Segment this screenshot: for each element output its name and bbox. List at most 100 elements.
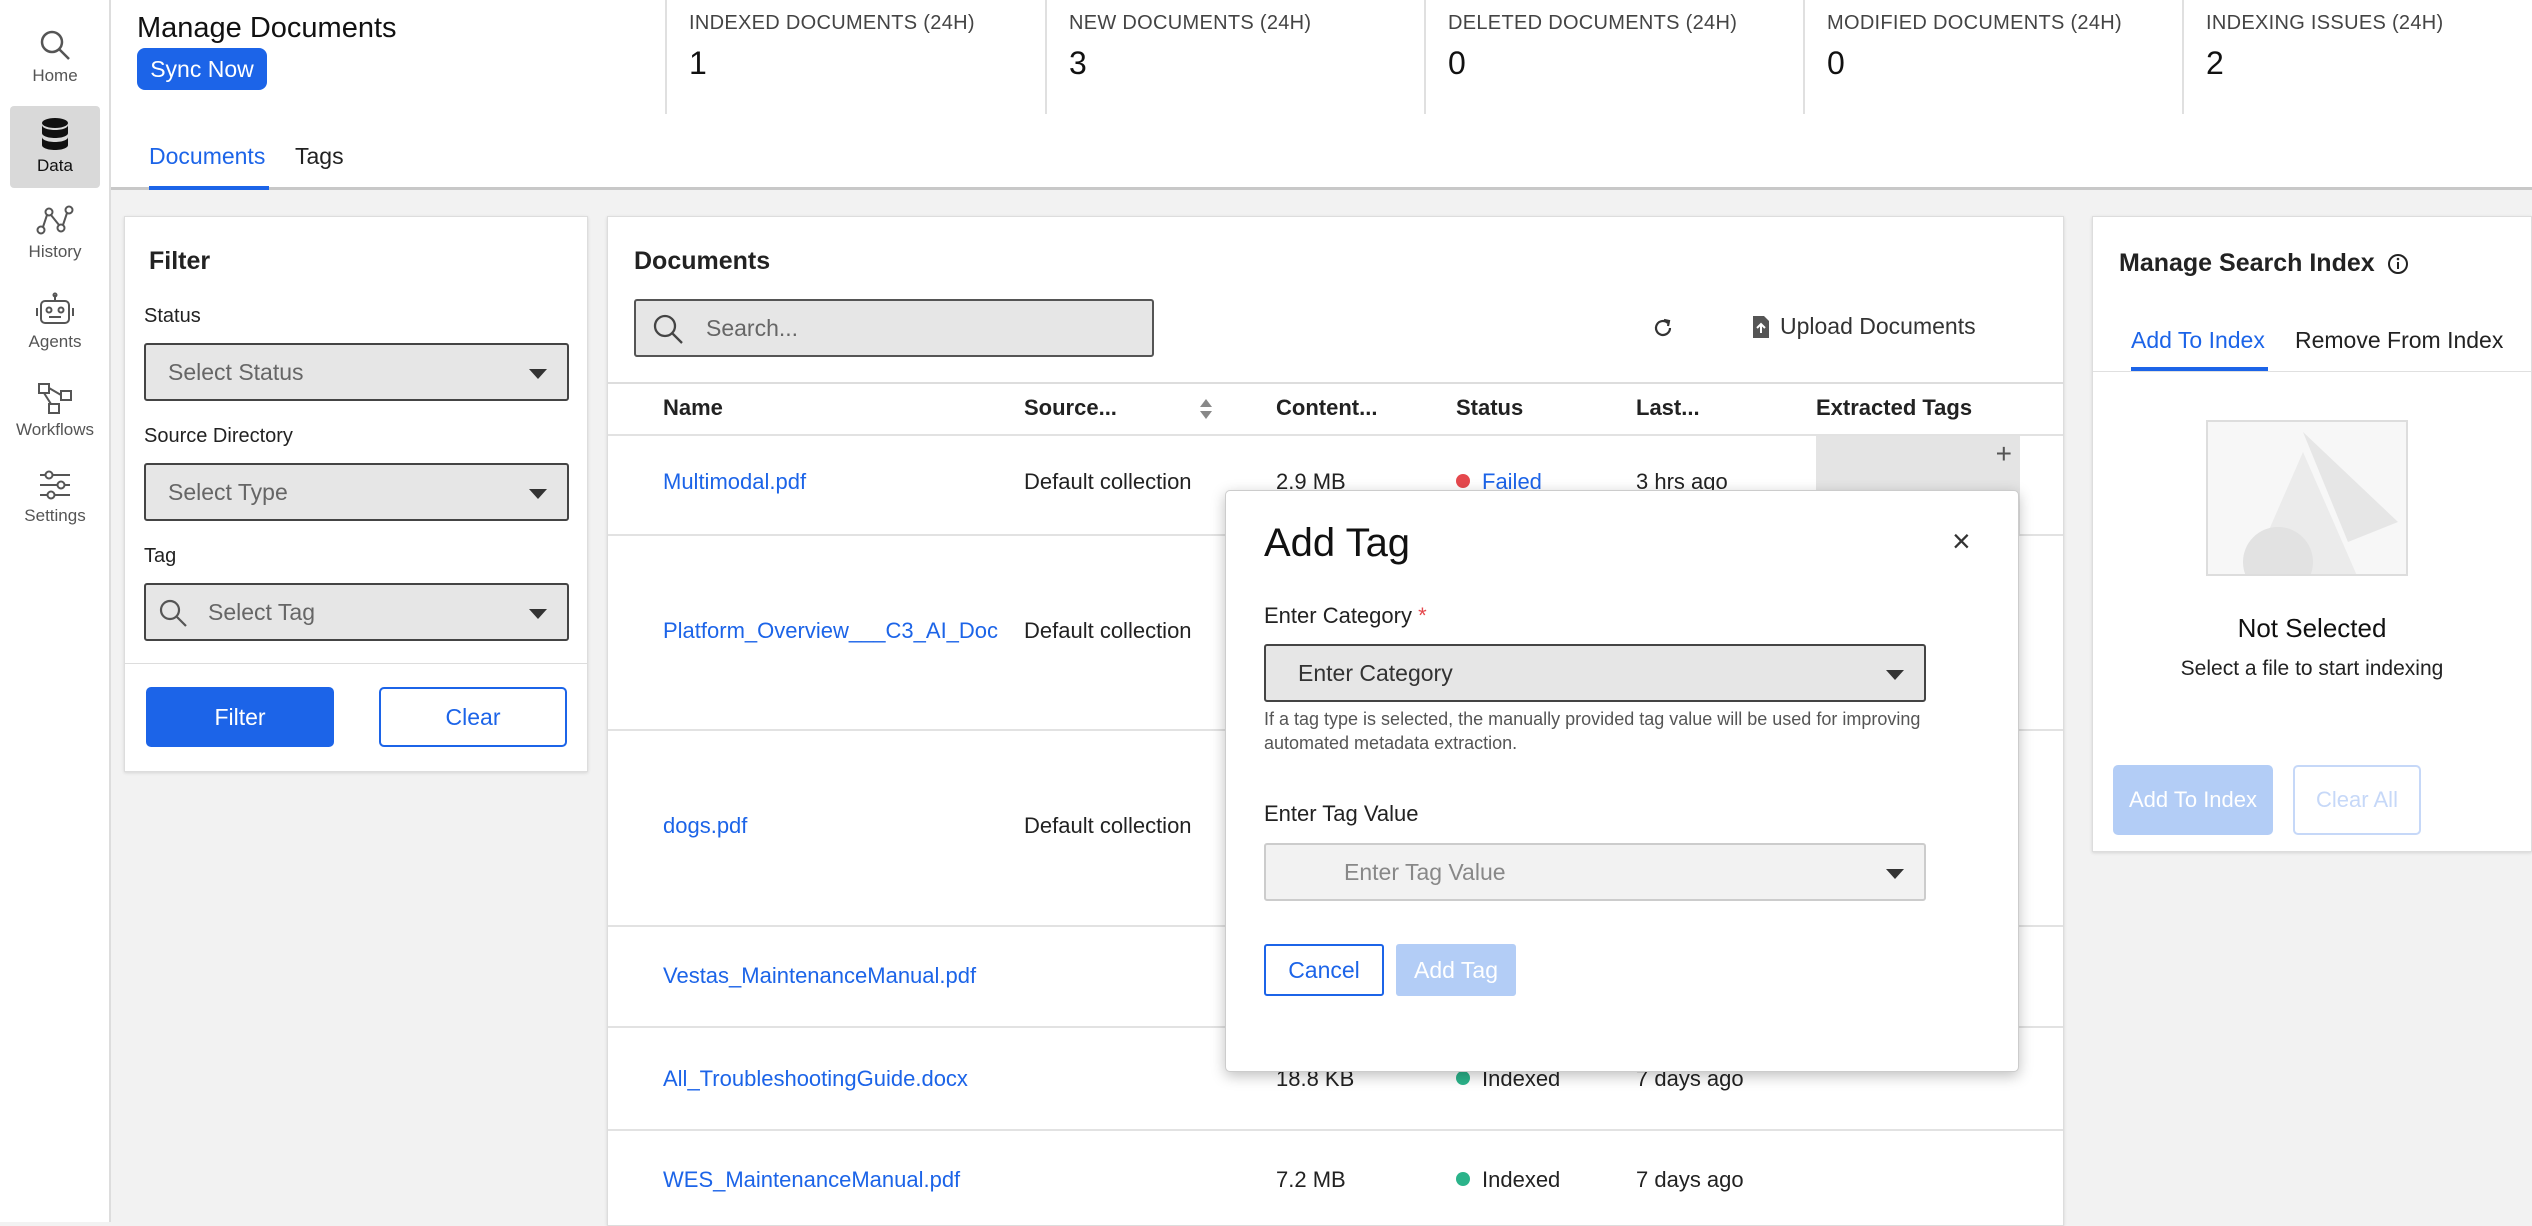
filter-button[interactable]: Filter xyxy=(146,687,334,747)
status-select[interactable]: Select Status xyxy=(144,343,569,401)
nav-label-agents: Agents xyxy=(28,332,82,351)
search-input[interactable]: Search... xyxy=(634,299,1154,357)
sliders-icon xyxy=(40,470,70,500)
nav-label-workflows: Workflows xyxy=(15,420,95,439)
stat-label: INDEXING ISSUES (24H) xyxy=(2206,12,2444,34)
category-label-text: Enter Category xyxy=(1264,603,1412,628)
source-directory-select[interactable]: Select Type xyxy=(144,463,569,521)
info-icon[interactable] xyxy=(2387,253,2409,275)
search-icon xyxy=(159,599,187,627)
close-icon[interactable]: × xyxy=(1952,523,1971,560)
page-header: Manage Documents Sync Now INDEXED DOCUME… xyxy=(111,0,2532,190)
tag-label: Tag xyxy=(144,545,177,567)
source-directory-label: Source Directory xyxy=(144,425,293,447)
document-name-link[interactable]: dogs.pdf xyxy=(663,813,747,839)
active-tab-indicator xyxy=(149,186,269,190)
column-header-status[interactable]: Status xyxy=(1456,395,1523,421)
document-source: Default collection xyxy=(1024,618,1192,643)
document-name-link[interactable]: WES_MaintenanceManual.pdf xyxy=(663,1167,960,1193)
status-label: Status xyxy=(144,305,201,327)
nav-label-home: Home xyxy=(32,66,78,85)
table-row[interactable]: WES_MaintenanceManual.pdf 7.2 MB Indexed… xyxy=(608,1129,2063,1225)
category-label: Enter Category * xyxy=(1264,603,1427,629)
tag-value-select[interactable]: Enter Tag Value xyxy=(1264,843,1926,901)
nav-item-agents[interactable]: Agents xyxy=(10,282,100,364)
not-selected-title: Not Selected xyxy=(2237,613,2387,643)
add-tag-modal: Add Tag × Enter Category * Enter Categor… xyxy=(1225,490,2019,1072)
stat-label: DELETED DOCUMENTS (24H) xyxy=(1448,12,1738,34)
document-source: Default collection xyxy=(1024,469,1192,494)
document-source: Default collection xyxy=(1024,813,1192,838)
manage-search-index-title: Manage Search Index xyxy=(2119,249,2375,277)
chevron-down-icon xyxy=(1886,670,1904,680)
document-name-link[interactable]: All_TroubleshootingGuide.docx xyxy=(663,1066,968,1092)
column-header-name[interactable]: Name xyxy=(663,395,723,421)
modal-title: Add Tag xyxy=(1264,521,1411,565)
search-icon xyxy=(40,30,70,60)
column-header-content[interactable]: Content... xyxy=(1276,395,1377,421)
database-icon xyxy=(42,118,68,150)
chevron-down-icon xyxy=(529,489,547,499)
stat-value: 0 xyxy=(1448,45,1466,81)
column-header-source[interactable]: Source... xyxy=(1024,395,1117,421)
document-name-link[interactable]: Multimodal.pdf xyxy=(663,469,806,495)
add-to-index-button[interactable]: Add To Index xyxy=(2113,765,2273,835)
stat-indexed: INDEXED DOCUMENTS (24H) 1 xyxy=(665,0,1045,114)
tab-remove-from-index[interactable]: Remove From Index xyxy=(2295,327,2503,354)
stat-value: 3 xyxy=(1069,45,1087,81)
documents-title: Documents xyxy=(634,247,771,275)
stat-issues: INDEXING ISSUES (24H) 2 xyxy=(2182,0,2532,114)
sync-now-button[interactable]: Sync Now xyxy=(137,48,267,90)
stat-modified: MODIFIED DOCUMENTS (24H) 0 xyxy=(1803,0,2183,114)
nav-item-home[interactable]: Home xyxy=(10,18,100,100)
refresh-icon[interactable] xyxy=(1651,316,1675,340)
category-select[interactable]: Enter Category xyxy=(1264,644,1926,702)
stat-value: 0 xyxy=(1827,45,1845,81)
search-icon xyxy=(653,314,683,344)
filter-title: Filter xyxy=(149,247,211,275)
required-mark: * xyxy=(1418,603,1427,628)
page-title: Manage Documents xyxy=(137,12,397,44)
tab-tags[interactable]: Tags xyxy=(295,143,344,170)
cancel-button[interactable]: Cancel xyxy=(1264,944,1384,996)
clear-button[interactable]: Clear xyxy=(379,687,567,747)
divider xyxy=(125,663,587,664)
stat-deleted: DELETED DOCUMENTS (24H) 0 xyxy=(1424,0,1804,114)
file-upload-icon xyxy=(1753,316,1769,338)
workflow-icon xyxy=(38,383,72,414)
stat-label: NEW DOCUMENTS (24H) xyxy=(1069,12,1312,34)
not-selected-text: Select a file to start indexing xyxy=(2180,657,2444,680)
nav-label-data: Data xyxy=(37,156,73,175)
add-tag-plus-icon[interactable]: + xyxy=(1996,438,2012,470)
column-header-last[interactable]: Last... xyxy=(1636,395,1700,421)
document-last-modified: 7 days ago xyxy=(1636,1167,1744,1192)
tab-add-to-index[interactable]: Add To Index xyxy=(2131,327,2265,354)
stat-label: MODIFIED DOCUMENTS (24H) xyxy=(1827,12,2122,34)
category-hint-text: If a tag type is selected, the manually … xyxy=(1264,709,1921,753)
nav-item-settings[interactable]: Settings xyxy=(10,458,100,540)
placeholder-image-icon xyxy=(2243,432,2398,574)
chevron-down-icon xyxy=(529,609,547,619)
document-name-link[interactable]: Platform_Overview___C3_AI_Doc xyxy=(663,618,998,644)
category-placeholder: Enter Category xyxy=(1298,660,1453,686)
status-dot xyxy=(1456,474,1470,488)
empty-state-illustration xyxy=(2206,420,2408,576)
status-dot xyxy=(1456,1172,1470,1186)
filter-panel: Filter Status Select Status Source Direc… xyxy=(124,216,588,772)
robot-icon xyxy=(36,292,74,324)
left-nav: Home Data History Agents Workflows Setti… xyxy=(0,0,111,1222)
sort-icon[interactable] xyxy=(1198,397,1214,421)
nav-item-data[interactable]: Data xyxy=(10,106,100,188)
clear-all-button[interactable]: Clear All xyxy=(2293,765,2421,835)
document-size: 7.2 MB xyxy=(1276,1167,1346,1192)
tag-select[interactable]: Select Tag xyxy=(144,583,569,641)
add-tag-button[interactable]: Add Tag xyxy=(1396,944,1516,996)
document-name-link[interactable]: Vestas_MaintenanceManual.pdf xyxy=(663,963,976,989)
nav-item-history[interactable]: History xyxy=(10,194,100,276)
nav-item-workflows[interactable]: Workflows xyxy=(10,370,100,452)
tab-documents[interactable]: Documents xyxy=(149,143,265,170)
search-placeholder: Search... xyxy=(706,315,799,341)
column-header-extracted-tags: Extracted Tags xyxy=(1816,395,1973,420)
nav-label-history: History xyxy=(28,242,82,261)
tag-placeholder: Select Tag xyxy=(208,599,315,625)
